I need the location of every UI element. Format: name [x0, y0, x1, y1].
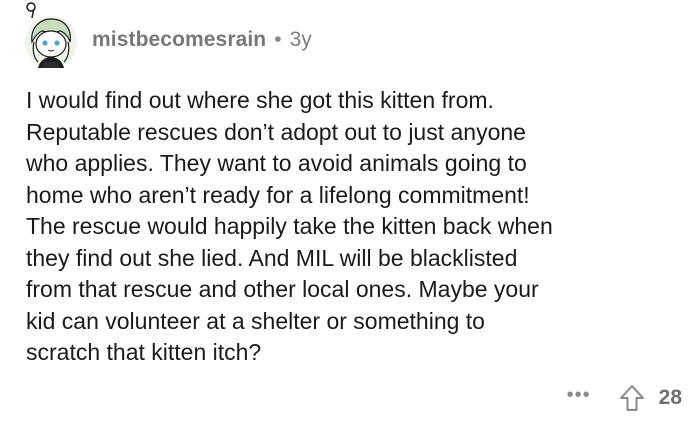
comment-age: 3y	[289, 28, 312, 51]
comment-body-line: home who aren’t ready for a lifelong com…	[26, 181, 530, 208]
vote-score: 28	[658, 386, 682, 409]
comment-actions: ••• 28	[567, 383, 682, 413]
meta-separator: •	[274, 28, 282, 51]
comment-body-line: from that rescue and other local ones. M…	[26, 276, 539, 302]
more-options-icon[interactable]: •••	[567, 384, 591, 407]
comment-body-line: scratch that kitten itch?	[26, 339, 262, 365]
comment-body-line: The rescue would happily take the kitten…	[26, 213, 553, 239]
comment-body-line: Reputable rescues don’t adopt out to jus…	[26, 118, 526, 145]
upvote-arrow-icon[interactable]	[619, 384, 645, 412]
comment-body-line: kid can volunteer at a shelter or someth…	[26, 307, 485, 334]
comment-body-line: who applies. They want to avoid animals …	[26, 150, 527, 176]
comment-meta: mistbecomesrain • 3y	[92, 28, 312, 52]
comment-body-line: I would find out where she got this kitt…	[26, 87, 494, 113]
avatar-icon[interactable]	[20, 2, 84, 74]
comment: mistbecomesrain • 3y I would find out wh…	[0, 0, 700, 422]
author-username[interactable]: mistbecomesrain	[92, 28, 266, 52]
comment-body-line: they find out she lied. And MIL will be …	[26, 244, 518, 271]
comment-body: I would find out where she got this kitt…	[26, 85, 686, 369]
